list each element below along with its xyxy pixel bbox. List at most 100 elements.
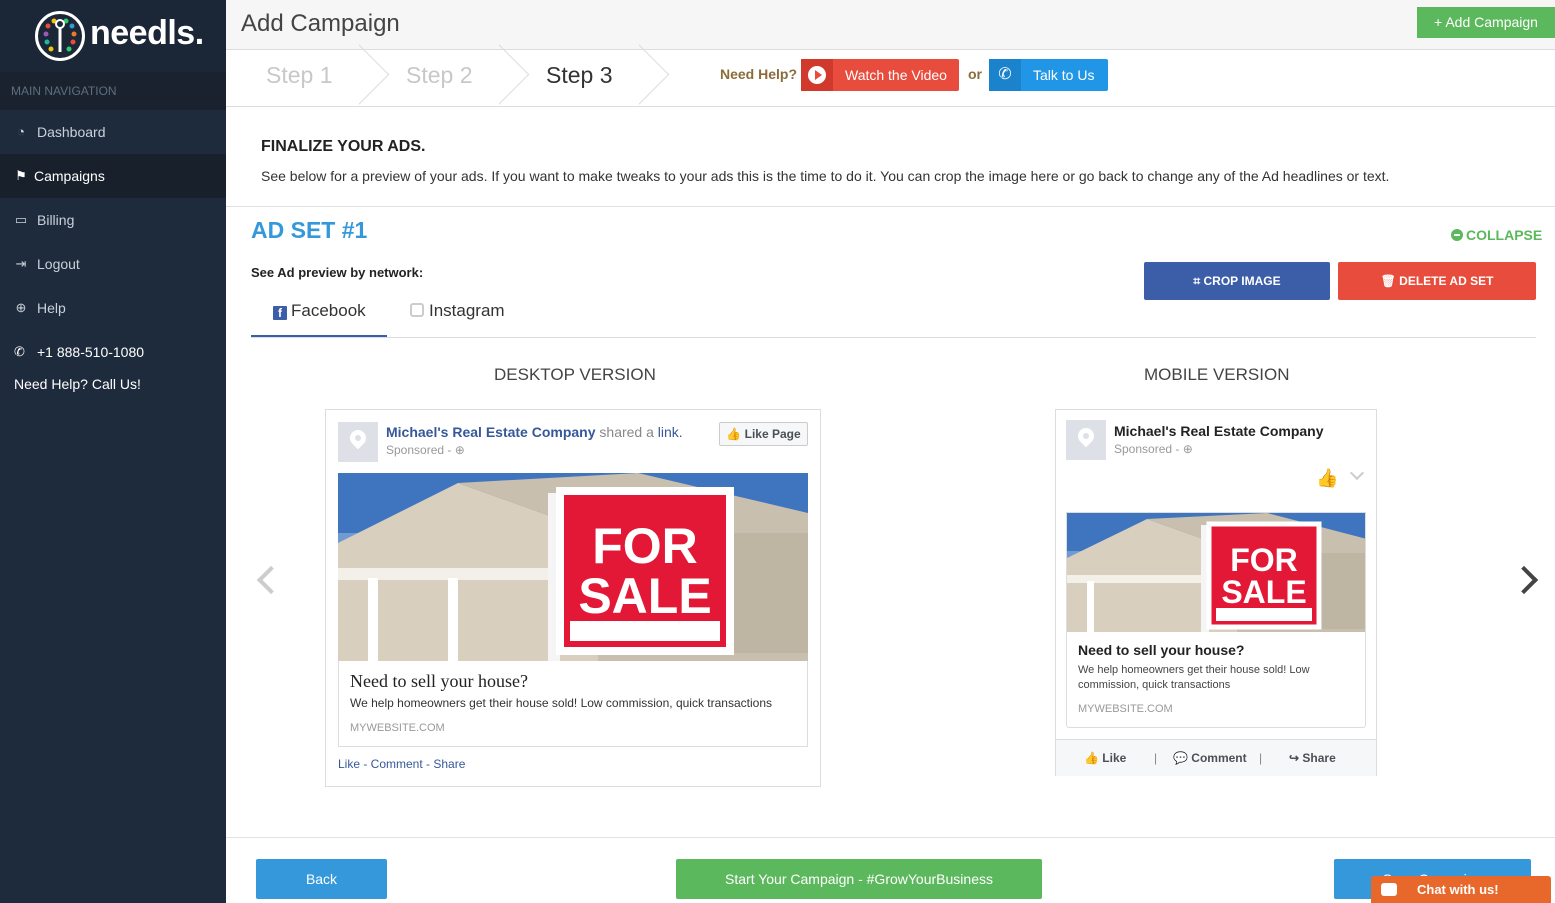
sidebar-item-label: Campaigns xyxy=(34,168,105,184)
share-label: Share xyxy=(1302,751,1336,765)
sign-text-for: FOR xyxy=(1230,542,1298,578)
instagram-icon xyxy=(410,303,424,317)
minus-circle-icon xyxy=(1451,229,1463,241)
step-3[interactable]: Step 3 xyxy=(546,50,613,106)
phone-icon: ✆ xyxy=(989,59,1021,91)
need-help-label: Need Help? xyxy=(720,66,798,82)
dashboard-icon: ◔ xyxy=(17,124,25,139)
ad-description: We help homeowners get their house sold!… xyxy=(350,696,772,710)
tab-facebook[interactable]: f Facebook xyxy=(251,299,387,338)
flag-icon: ⚑ xyxy=(15,168,27,183)
sidebar-item-help[interactable]: ⊕ Help xyxy=(0,286,226,330)
tab-instagram[interactable]: Instagram xyxy=(387,299,537,338)
add-campaign-button[interactable]: + Add Campaign xyxy=(1417,7,1555,38)
sign-text-for: FOR xyxy=(592,518,698,574)
nav-section-label: MAIN NAVIGATION xyxy=(0,72,226,110)
ad-description: We help homeowners get their house sold!… xyxy=(1078,664,1310,691)
talk-to-us-button[interactable]: ✆ Talk to Us xyxy=(989,59,1108,91)
sidebar: needls. MAIN NAVIGATION ◔ Dashboard ⚑ Ca… xyxy=(0,0,226,903)
play-icon-box xyxy=(801,59,833,91)
tabs-divider xyxy=(251,337,1536,338)
step-divider-icon xyxy=(639,44,679,108)
chat-label: Chat with us! xyxy=(1417,882,1499,897)
watch-video-button[interactable]: Watch the Video xyxy=(801,59,959,91)
ad-set-title: AD SET #1 xyxy=(251,217,368,243)
link-text[interactable]: link. xyxy=(658,424,683,440)
wizard-steps: Step 1 Step 2 Step 3 Need Help? Watch th… xyxy=(226,50,1555,107)
logo[interactable]: needls. xyxy=(0,0,226,72)
desktop-ad-preview: Michael's Real Estate Company shared a l… xyxy=(325,409,821,787)
step-1[interactable]: Step 1 xyxy=(266,50,333,106)
step-2[interactable]: Step 2 xyxy=(406,50,473,106)
brand-name: needls. xyxy=(90,14,204,52)
page-title: Add Campaign xyxy=(241,10,400,37)
thumbs-up-icon[interactable]: 👍 xyxy=(1316,468,1338,488)
comment-label: Comment xyxy=(1191,751,1247,765)
start-campaign-button[interactable]: Start Your Campaign - #GrowYourBusiness xyxy=(676,859,1042,899)
like-label: Like xyxy=(1102,751,1127,765)
ad-headline: Need to sell your house? xyxy=(1078,642,1245,658)
sidebar-item-logout[interactable]: ⇥ Logout xyxy=(0,242,226,286)
credit-card-icon: ▭ xyxy=(14,212,28,227)
page-avatar-icon xyxy=(338,422,378,462)
desktop-version-heading: DESKTOP VERSION xyxy=(494,365,656,384)
sponsored-label: Sponsored - ⊕ xyxy=(1114,442,1193,456)
talk-to-us-label: Talk to Us xyxy=(1033,67,1095,83)
sidebar-item-label: Help xyxy=(37,300,66,316)
phone-number: +1 888-510-1080 xyxy=(37,344,145,360)
sidebar-item-label: Dashboard xyxy=(37,124,106,140)
comment-action[interactable]: 💬 Comment xyxy=(1173,740,1247,776)
ad-body: Need to sell your house? We help homeown… xyxy=(1066,632,1366,728)
action-separator: | xyxy=(1154,751,1158,765)
footer-actions: Back Start Your Campaign - #GrowYourBusi… xyxy=(226,837,1555,903)
sidebar-item-billing[interactable]: ▭ Billing xyxy=(0,198,226,242)
page-name-text: Michael's Real Estate Company xyxy=(386,424,596,440)
previous-arrow-icon[interactable] xyxy=(256,565,286,595)
sidebar-item-campaigns[interactable]: ⚑ Campaigns xyxy=(0,154,226,198)
sidebar-item-dashboard[interactable]: ◔ Dashboard xyxy=(0,110,226,154)
crop-icon: ⌗ xyxy=(1193,274,1204,288)
tab-label: Instagram xyxy=(429,301,505,320)
page-avatar-icon xyxy=(1066,420,1106,460)
share-action[interactable]: ↪ Share xyxy=(1289,740,1336,776)
step-divider-icon xyxy=(359,44,399,108)
crop-image-button[interactable]: ⌗ CROP IMAGE xyxy=(1144,262,1330,300)
sign-out-icon: ⇥ xyxy=(15,256,27,271)
chevron-down-icon[interactable] xyxy=(1349,465,1365,481)
ad-body: Need to sell your house? We help homeown… xyxy=(338,661,808,747)
phone-icon: ✆ xyxy=(14,344,25,359)
facebook-icon: f xyxy=(273,306,287,320)
sidebar-item-label: Logout xyxy=(37,256,80,272)
delete-ad-set-label: DELETE AD SET xyxy=(1399,274,1494,288)
watch-video-label: Watch the Video xyxy=(845,67,947,83)
ad-page-name[interactable]: Michael's Real Estate Company xyxy=(1114,423,1324,439)
like-page-button[interactable]: 👍 Like Page xyxy=(719,422,808,446)
collapse-label: COLLAPSE xyxy=(1466,227,1543,243)
mobile-version-heading: MOBILE VERSION xyxy=(1144,365,1290,384)
ad-page-name[interactable]: Michael's Real Estate Company shared a l… xyxy=(386,424,683,440)
sign-text-sale: SALE xyxy=(578,568,711,624)
ad-image: FOR SALE xyxy=(338,473,808,661)
ad-set-panel: AD SET #1 COLLAPSE See Ad preview by net… xyxy=(226,207,1555,837)
like-action[interactable]: 👍 Like xyxy=(1084,740,1126,776)
finalize-title: FINALIZE YOUR ADS. xyxy=(261,138,426,155)
mobile-ad-preview: Michael's Real Estate Company Sponsored … xyxy=(1055,409,1377,776)
crop-image-label: CROP IMAGE xyxy=(1203,274,1281,288)
ad-url: MYWEBSITE.COM xyxy=(1078,703,1173,715)
play-icon xyxy=(808,66,826,84)
share-icon: ↪ xyxy=(1289,751,1303,765)
needls-logo-icon xyxy=(35,11,85,61)
delete-ad-set-button[interactable]: 🗑 DELETE AD SET xyxy=(1338,262,1536,300)
collapse-button[interactable]: COLLAPSE xyxy=(1451,227,1542,243)
back-button[interactable]: Back xyxy=(256,859,387,899)
sidebar-item-label: Billing xyxy=(37,212,75,228)
life-ring-icon: ⊕ xyxy=(15,300,27,315)
chat-widget[interactable]: Chat with us! xyxy=(1371,876,1551,903)
desktop-ad-actions[interactable]: Like - Comment - Share xyxy=(338,757,465,771)
thumbs-up-icon: 👍 xyxy=(1084,751,1103,765)
next-arrow-icon[interactable] xyxy=(1509,565,1539,595)
top-bar: Add Campaign + Add Campaign xyxy=(226,0,1555,50)
shared-text: shared a xyxy=(599,424,654,440)
chat-bubble-icon xyxy=(1381,883,1397,896)
support-phone[interactable]: ✆ +1 888-510-1080 xyxy=(0,340,226,364)
